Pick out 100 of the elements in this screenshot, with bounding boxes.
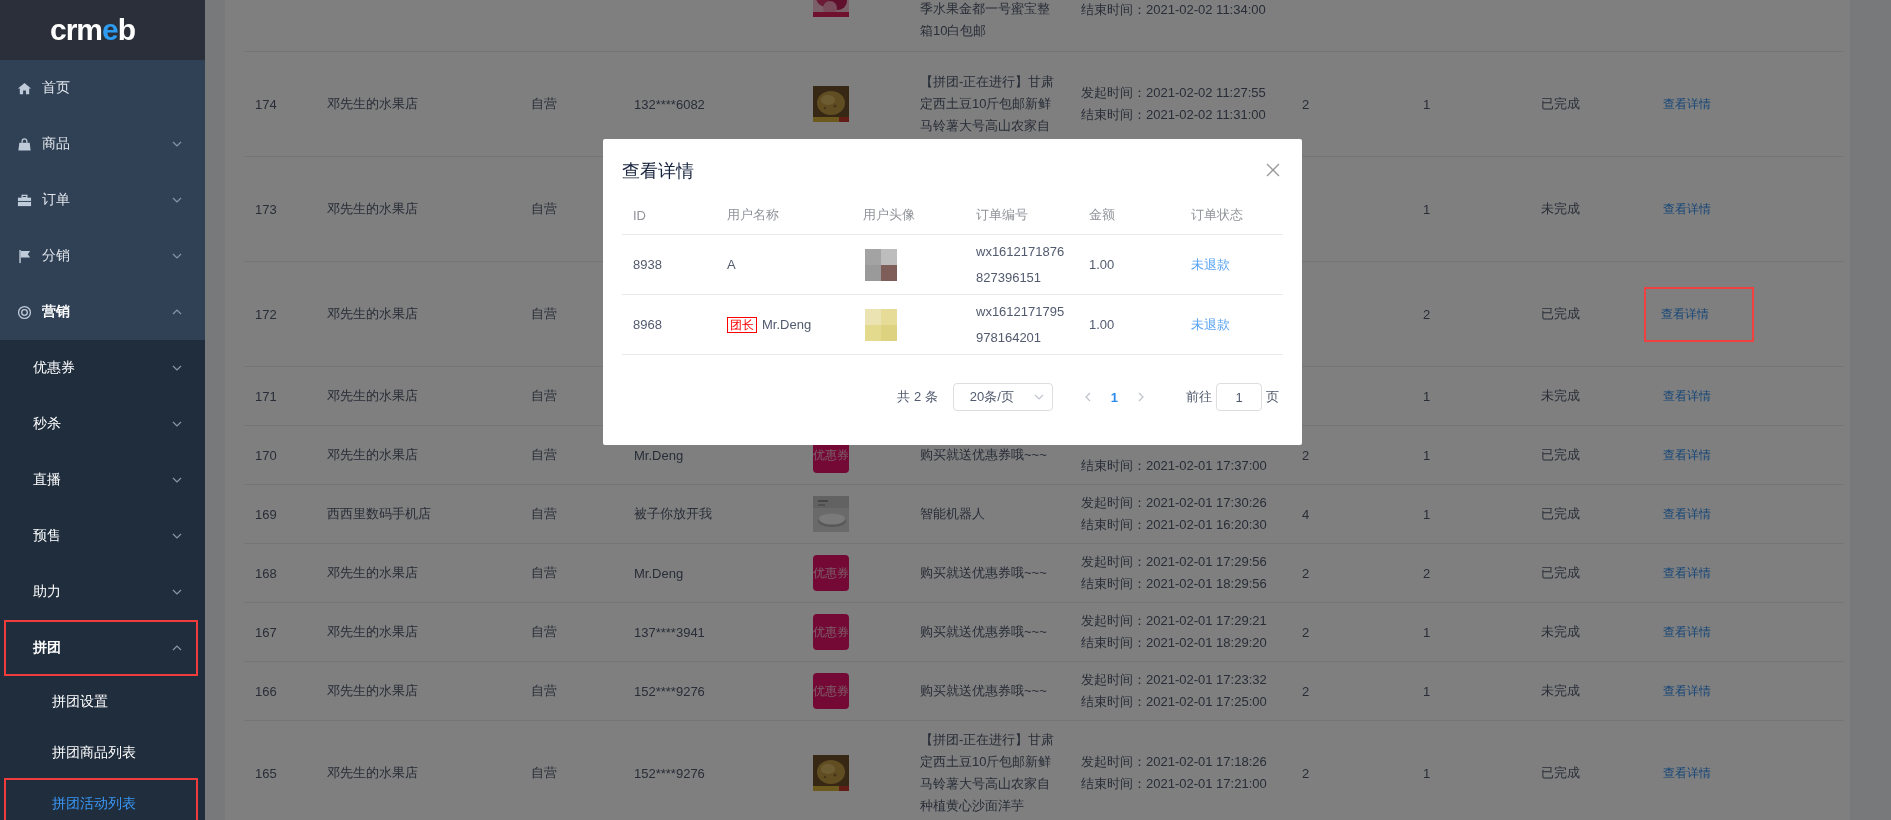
table-cell: 被子你放开我 (634, 506, 712, 521)
coupon-thumbnail: 优惠券 (813, 614, 849, 650)
table-cell: 购买就送优惠券哦~~~ (920, 624, 1047, 639)
table-cell: 137****3941 (634, 624, 705, 640)
table-cell: 自营 (531, 506, 557, 521)
table-cell: 已完成 (1541, 506, 1580, 521)
table-cell: 西西里数码手机店 (327, 506, 431, 521)
table-cell: 发起时间：2021-02-01 17:29:56 (1081, 553, 1267, 569)
coupon-thumbnail: 优惠券 (813, 673, 849, 709)
table-cell: 1.00 (1089, 257, 1115, 272)
table-cell: 167 (255, 624, 277, 640)
column-header: 订单编号 (976, 207, 1028, 222)
caret-icon (1033, 394, 1044, 400)
table-cell: 结束时间：2021-02-01 17:21:00 (1081, 776, 1267, 791)
table-cell: 173 (255, 201, 277, 217)
status-text: 未退款 (1191, 256, 1230, 272)
table-cell: 智能机器人 (920, 506, 985, 521)
sidebar-item[interactable]: 营销 (0, 284, 205, 340)
table-cell: 【拼团-正在进行】甘肃定西土豆10斤包邮新鲜马铃薯大号高山农家自 (920, 74, 1055, 133)
table-cell: 结束时间：2021-02-01 18:29:56 (1081, 576, 1267, 591)
status-text: 未退款 (1191, 316, 1230, 332)
table-cell: 邓先生的水果店 (327, 201, 418, 216)
table-cell: 发起时间：2021-02-01 17:30:26 (1081, 494, 1267, 510)
table-cell: Mr.Deng (634, 565, 684, 581)
table-cell: 已完成 (1541, 96, 1580, 111)
sidebar-item[interactable]: 首页 (0, 60, 205, 116)
table-cell: 2 (1302, 447, 1310, 463)
table-cell: 邓先生的水果店 (327, 683, 418, 698)
table-cell: 自营 (531, 306, 557, 321)
table-cell: 174 (255, 96, 277, 112)
table-cell: 1 (1423, 388, 1431, 404)
table-cell: 自营 (531, 624, 557, 639)
dialog-title: 查看详情 (622, 160, 694, 183)
sidebar-item[interactable]: 商品 (0, 116, 205, 172)
sidebar-item[interactable]: 拼团活动列表 (4, 778, 198, 820)
table-cell: 自营 (531, 447, 557, 462)
table-cell: 1 (1423, 765, 1431, 781)
table-cell: 自营 (531, 201, 557, 216)
table-cell: 2 (1302, 624, 1310, 640)
table-cell: 自营 (531, 565, 557, 580)
table-cell: 4 (1302, 506, 1310, 522)
column-header: ID (633, 207, 646, 223)
table-cell: 已完成 (1541, 447, 1580, 462)
table-cell: 2 (1423, 306, 1431, 322)
table-cell: 166 (255, 683, 277, 699)
chevron-left-icon (1084, 392, 1091, 402)
sidebar-item[interactable]: 分销 (0, 228, 205, 284)
bag-icon (17, 136, 32, 152)
table-cell: 171 (255, 388, 277, 404)
page-suffix: 页 (1266, 388, 1279, 406)
close-icon[interactable] (1266, 163, 1280, 177)
table-cell: 结束时间：2021-02-02 11:31:00 (1081, 107, 1266, 122)
table-cell: 结束时间：2021-02-01 18:29:20 (1081, 635, 1267, 650)
table-cell: 2 (1302, 96, 1310, 112)
sidebar-item[interactable]: 订单 (0, 172, 205, 228)
briefcase-icon (17, 192, 32, 208)
table-cell: 未完成 (1541, 388, 1580, 403)
table-cell: 结束时间：2021-02-01 16:20:30 (1081, 517, 1267, 532)
table-cell: 152****9276 (634, 683, 705, 699)
table-cell: 170 (255, 447, 277, 463)
table-cell: 未完成 (1541, 201, 1580, 216)
table-cell: 未完成 (1541, 624, 1580, 639)
home-icon (17, 80, 32, 96)
table-cell: Mr.Deng (634, 447, 684, 463)
table-cell-text: wx1612171795978164201 (976, 302, 1066, 347)
sidebar-item[interactable]: 拼团 (4, 620, 198, 676)
role-badge: 团长 (727, 316, 757, 333)
table-cell: 结束时间：2021-02-02 11:34:00 (1081, 2, 1266, 17)
table-cell: 邓先生的水果店 (327, 388, 418, 403)
table-cell: 已完成 (1541, 765, 1580, 780)
table-cell: 邓先生的水果店 (327, 96, 418, 111)
column-header: 订单状态 (1191, 207, 1243, 222)
table-cell: 购买就送优惠券哦~~~ (920, 683, 1047, 698)
goto-label: 前往 (1186, 388, 1212, 406)
table-cell: 邓先生的水果店 (327, 765, 418, 780)
page-size-select[interactable]: 20条/页 (952, 383, 1053, 411)
table-cell: 结束时间：2021-02-01 17:37:00 (1081, 458, 1267, 473)
flag-icon (17, 248, 32, 264)
user-name: A (727, 257, 736, 272)
table-cell: 邓先生的水果店 (327, 306, 418, 321)
logo[interactable]: crmeb (0, 0, 205, 60)
table-cell: 发起时间：2021-02-01 17:18:26 (1081, 753, 1267, 769)
table-cell: 2 (1302, 683, 1310, 699)
table-cell: 【拼团-正在进行】甘肃定西土豆10斤包邮新鲜马铃薯大号高山农家自种植黄心沙面洋芋 (920, 732, 1055, 813)
table-cell: 152****9276 (634, 765, 705, 781)
table-cell: 自营 (531, 683, 557, 698)
page-input[interactable]: 1 (1216, 383, 1262, 411)
total-count: 共 2 条 (897, 388, 938, 406)
table-cell: 发起时间：2021-02-02 11:27:55 (1081, 84, 1266, 100)
table-cell: 1 (1423, 201, 1431, 217)
table-cell: 购买就送优惠券哦~~~ (920, 447, 1047, 462)
table-cell: 结束时间：2021-02-01 17:25:00 (1081, 694, 1267, 709)
table-cell: 1.00 (1089, 317, 1115, 332)
column-header: 用户头像 (863, 207, 915, 222)
table-cell: 132****6082 (634, 96, 705, 112)
table-cell: 邓先生的水果店 (327, 624, 418, 639)
table-cell: 1 (1423, 506, 1431, 522)
table-cell: 已完成 (1541, 306, 1580, 321)
coupon-thumbnail: 优惠券 (813, 555, 849, 591)
table-cell: 邓先生的水果店 (327, 447, 418, 462)
